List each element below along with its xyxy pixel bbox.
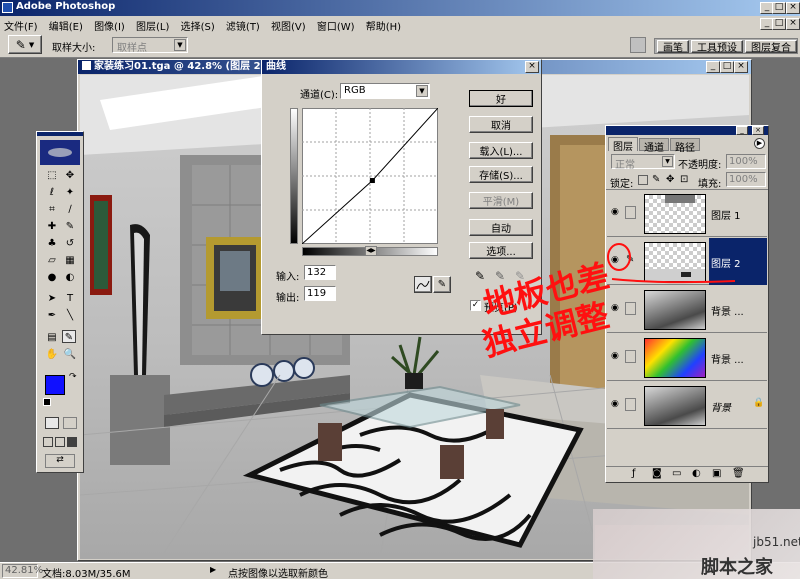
zoom-value: 42.81% [5,565,44,576]
watermark-name: 脚本之家 [701,557,773,578]
doc-size: 文档:8.03M/35.6M [42,569,131,579]
zoom-field[interactable]: 42.81% [2,564,43,578]
annotation-marks [607,243,736,284]
watermark: jb51.net 脚本之家 [593,509,800,579]
info-arrow-icon[interactable]: ▶ [210,565,216,574]
status-hint: 点按图像以选取新颜色 [228,569,328,579]
watermark-site: jb51.net [753,535,800,549]
